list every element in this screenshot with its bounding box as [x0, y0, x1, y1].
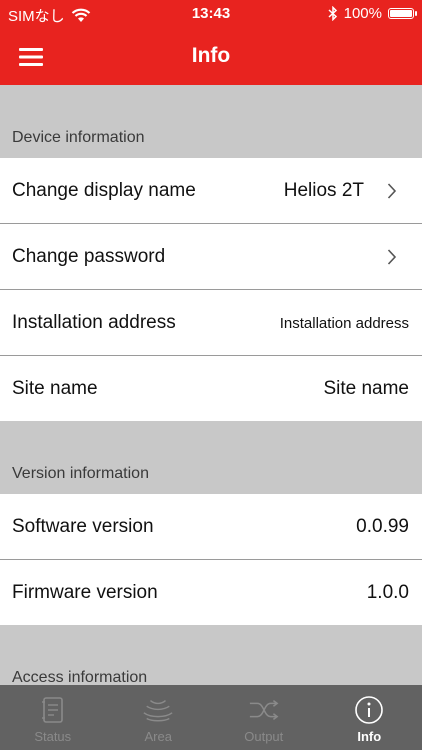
software-version-value: 0.0.99 [356, 516, 409, 537]
device-section-rows: Change display name Helios 2T Change pas… [0, 158, 422, 421]
status-bar: SIMなし 13:43 100% [0, 0, 422, 28]
chevron-right-icon [387, 183, 397, 199]
row-change-password[interactable]: Change password [0, 224, 422, 290]
display-name-value: Helios 2T [283, 180, 364, 201]
row-software-version: Software version 0.0.99 [0, 494, 422, 560]
tab-status[interactable]: Status [0, 685, 106, 750]
section-header-version: Version information [0, 421, 422, 494]
chevron-right-icon [387, 249, 397, 265]
shuffle-icon [249, 699, 279, 721]
status-right: 100% [328, 5, 417, 22]
page-title: Info [191, 44, 231, 67]
bluetooth-icon [328, 6, 337, 21]
info-icon [355, 696, 384, 724]
battery-percent: 100% [343, 5, 382, 22]
installation-address-value: Installation address [279, 315, 409, 332]
section-title: Version information [12, 465, 149, 482]
tab-label: Info [357, 729, 382, 744]
tab-label: Output [244, 729, 284, 744]
tab-label: Area [144, 729, 172, 744]
row-firmware-version: Firmware version 1.0.0 [0, 560, 422, 625]
tab-info[interactable]: Info [317, 685, 422, 750]
tab-label: Status [34, 729, 72, 744]
battery-icon [388, 8, 417, 19]
row-label: Change password [12, 246, 166, 267]
settings-list[interactable]: Device information Change display name H… [0, 85, 422, 698]
tab-area[interactable]: Area [106, 685, 212, 750]
row-installation-address[interactable]: Installation address Installation addres… [0, 290, 422, 356]
document-icon [41, 697, 63, 723]
site-name-value: Site name [323, 378, 409, 399]
tab-bar: Status Area Output Info [0, 685, 422, 750]
row-label: Change display name [12, 180, 196, 201]
section-header-device: Device information [0, 85, 422, 158]
tab-output[interactable]: Output [211, 685, 317, 750]
row-label: Firmware version [12, 582, 158, 603]
section-title: Device information [12, 129, 145, 146]
row-label: Installation address [12, 312, 176, 333]
row-change-display-name[interactable]: Change display name Helios 2T [0, 158, 422, 224]
row-site-name[interactable]: Site name Site name [0, 356, 422, 421]
nav-bar: Info [0, 28, 422, 85]
firmware-version-value: 1.0.0 [366, 582, 409, 603]
row-label: Site name [12, 378, 98, 399]
row-label: Software version [12, 516, 154, 537]
area-sensor-icon [143, 700, 173, 722]
version-section-rows: Software version 0.0.99 Firmware version… [0, 494, 422, 625]
